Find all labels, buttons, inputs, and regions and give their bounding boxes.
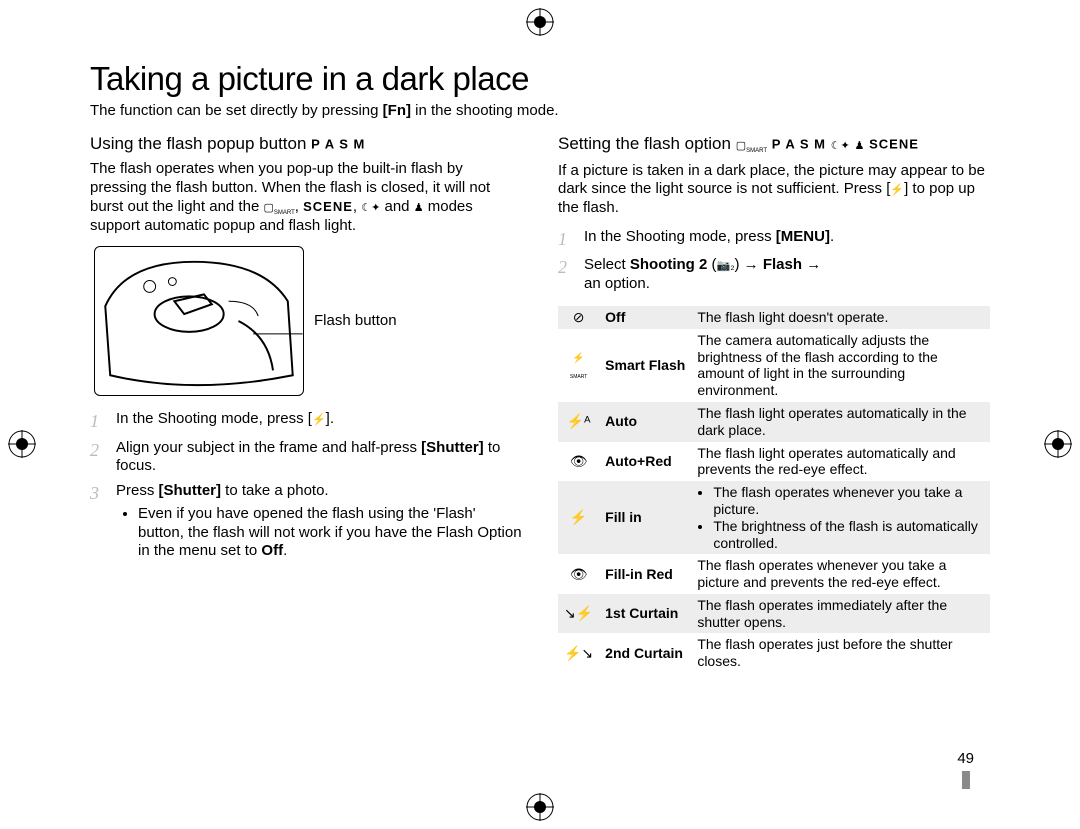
night-mode-icon: ☾✦ [361, 202, 380, 214]
table-row: ⚡ Fill in The flash operates whenever yo… [558, 481, 990, 554]
table-row: ⚡SMART Smart Flash The camera automatica… [558, 329, 990, 402]
right-steps: 1 In the Shooting mode, press [MENU]. 2 … [558, 228, 990, 294]
scene-mode-icon: SCENE [869, 136, 919, 151]
table-row: ↘⚡ 1st Curtain The flash operates immedi… [558, 594, 990, 634]
step-1: 1 In the Shooting mode, press [⚡]. [90, 410, 522, 433]
fill-in-icon: ⚡ [558, 481, 599, 554]
mode-icons: P A S M [311, 136, 365, 151]
smart-flash-icon: ⚡SMART [558, 329, 599, 402]
step-3-note: Even if you have opened the flash using … [138, 505, 522, 561]
diagram-label: Flash button [314, 312, 397, 331]
mode-icons: P A S M [772, 136, 826, 151]
step-1: 1 In the Shooting mode, press [MENU]. [558, 228, 990, 251]
right-heading: Setting the flash option ▢SMART P A S M … [558, 133, 990, 156]
auto-red-icon: 👁 [558, 442, 599, 482]
table-row: ⊘ Off The flash light doesn't operate. [558, 306, 990, 329]
flash-icon: ⚡ [312, 414, 326, 426]
page-title: Taking a picture in a dark place [90, 60, 990, 98]
camera-diagram [94, 246, 304, 396]
right-column: Setting the flash option ▢SMART P A S M … [558, 133, 990, 673]
page-content: Taking a picture in a dark place The fun… [90, 60, 990, 789]
portrait-mode-icon: ♟ [414, 202, 424, 214]
flash-off-icon: ⊘ [558, 306, 599, 329]
table-row: ⚡↘ 2nd Curtain The flash operates just b… [558, 633, 990, 673]
registration-mark-icon [8, 430, 36, 458]
step-3: 3 Press [Shutter] to take a photo. Even … [90, 482, 522, 565]
step-2: 2 Align your subject in the frame and ha… [90, 439, 522, 477]
left-column: Using the flash popup button P A S M The… [90, 133, 522, 673]
page-tab-icon [962, 771, 970, 789]
table-row: 👁 Fill-in Red The flash operates wheneve… [558, 554, 990, 594]
table-row: ⚡ᴬ Auto The flash light operates automat… [558, 402, 990, 442]
smart-mode-icon: ▢SMART [263, 202, 294, 214]
step-2: 2 Select Shooting 2 (📷₂) → Flash → an op… [558, 256, 990, 294]
night-mode-icon: ☾✦ [831, 140, 850, 152]
page-number: 49 [957, 750, 974, 789]
right-paragraph: If a picture is taken in a dark place, t… [558, 162, 990, 218]
fill-in-red-icon: 👁 [558, 554, 599, 594]
left-heading: Using the flash popup button P A S M [90, 133, 522, 154]
portrait-mode-icon: ♟ [855, 140, 865, 152]
registration-mark-icon [526, 793, 554, 821]
first-curtain-icon: ↘⚡ [558, 594, 599, 634]
table-row: 👁 Auto+Red The flash light operates auto… [558, 442, 990, 482]
camera-icon: 📷₂ [717, 260, 735, 272]
left-paragraph: The flash operates when you pop-up the b… [90, 160, 522, 236]
flash-options-table: ⊘ Off The flash light doesn't operate. ⚡… [558, 306, 990, 673]
registration-mark-icon [526, 8, 554, 36]
flash-icon: ⚡ [890, 184, 904, 196]
registration-mark-icon [1044, 430, 1072, 458]
second-curtain-icon: ⚡↘ [558, 633, 599, 673]
left-steps: 1 In the Shooting mode, press [⚡]. 2 Ali… [90, 410, 522, 565]
auto-flash-icon: ⚡ᴬ [558, 402, 599, 442]
smart-mode-icon: ▢SMART [736, 140, 767, 152]
intro-text: The function can be set directly by pres… [90, 102, 990, 119]
